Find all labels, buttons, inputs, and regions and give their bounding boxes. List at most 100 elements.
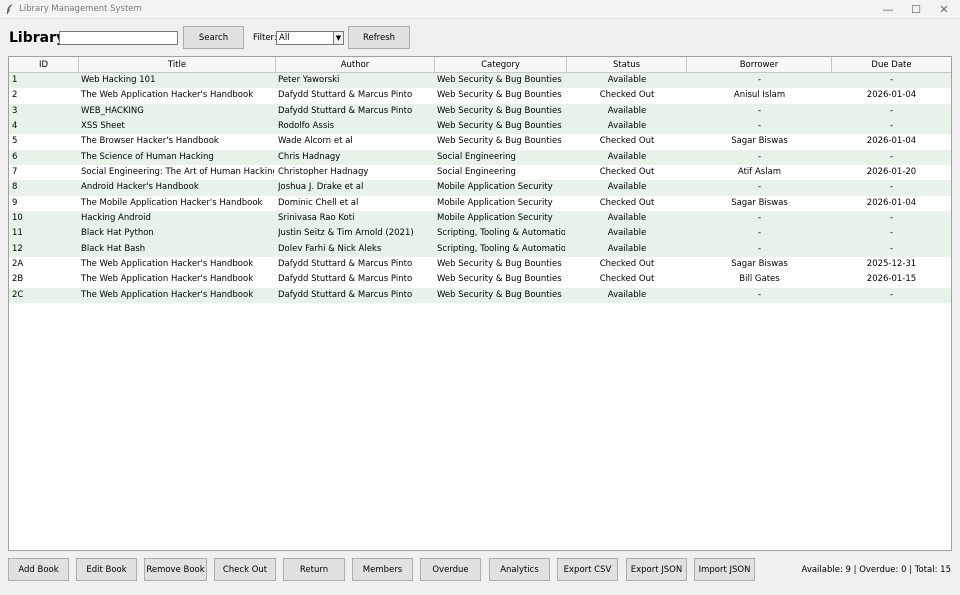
cell-author: Justin Seitz & Tim Arnold (2021) [278,228,414,239]
search-input[interactable] [59,31,178,45]
cell-title: The Web Application Hacker's Handbook [81,90,254,101]
cell-status: Checked Out [599,136,655,147]
books-table[interactable]: ID Title Author Category Status Borrower… [8,56,952,551]
remove-book-button[interactable]: Remove Book [144,558,207,581]
cell-title: XSS Sheet [81,121,125,132]
add-book-button[interactable]: Add Book [8,558,69,581]
cell-category: Scripting, Tooling & Automation [437,228,565,239]
cell-id: 8 [12,182,18,193]
cell-borrower: Anisul Islam [733,90,786,101]
cell-status: Available [607,121,647,132]
cell-borrower: - [757,289,762,300]
cell-author: Dolev Farhi & Nick Aleks [278,243,382,254]
table-row[interactable]: 2 The Web Application Hacker's Handbook … [9,88,951,104]
table-row[interactable]: 7 Social Engineering: The Art of Human H… [9,165,951,181]
cell-due-date: - [889,289,894,300]
check-out-button[interactable]: Check Out [214,558,276,581]
edit-book-button[interactable]: Edit Book [76,558,137,581]
cell-due-date: 2026-01-04 [866,136,917,147]
cell-category: Mobile Application Security [437,197,553,208]
cell-category: Web Security & Bug Bounties [437,274,562,285]
table-row[interactable]: 9 The Mobile Application Hacker's Handbo… [9,195,951,212]
column-header-title[interactable]: Title [79,57,276,72]
refresh-button[interactable]: Refresh [348,26,410,49]
table-row[interactable]: 4 XSS Sheet Rodolfo Assis Web Security &… [9,119,951,135]
import-json-button[interactable]: Import JSON [694,558,755,581]
cell-borrower: Sagar Biswas [731,136,788,147]
cell-due-date: - [889,75,894,85]
cell-id: 7 [12,167,18,178]
cell-status: Checked Out [599,167,655,178]
cell-author: Dafydd Stuttard & Marcus Pinto [278,105,413,116]
maximize-icon: ☐ [911,3,921,16]
cell-borrower: - [757,121,762,132]
export-json-button[interactable]: Export JSON [626,558,687,581]
table-row[interactable]: 5 The Browser Hacker's Handbook Wade Alc… [9,134,951,150]
cell-category: Web Security & Bug Bounties [437,121,562,132]
table-row[interactable]: 1 Web Hacking 101 Peter Yaworski Web Sec… [9,73,951,89]
table-row[interactable]: 10 Hacking Android Srinivasa Rao Koti Mo… [9,211,951,227]
cell-status: Available [607,289,647,300]
cell-title: The Web Application Hacker's Handbook [81,274,254,285]
cell-borrower: - [757,243,762,254]
filter-select[interactable]: All ▼ [276,31,344,45]
table-header: ID Title Author Category Status Borrower… [9,57,951,73]
cell-title: The Browser Hacker's Handbook [81,136,219,147]
table-row[interactable]: 11 Black Hat Python Justin Seitz & Tim A… [9,226,951,242]
cell-category: Mobile Application Security [437,182,553,193]
cell-id: 4 [12,121,18,132]
cell-title: Web Hacking 101 [81,75,156,85]
column-header-borrower[interactable]: Borrower [687,57,832,72]
table-row[interactable]: 8 Android Hacker's Handbook Joshua J. Dr… [9,180,951,196]
cell-id: 11 [12,228,23,239]
cell-borrower: - [757,182,762,193]
cell-status: Available [607,213,647,224]
top-toolbar: Library Search Filter: All ▼ Refresh [0,19,960,56]
cell-id: 12 [12,243,23,254]
cell-due-date: 2026-01-15 [866,274,917,285]
cell-title: The Science of Human Hacking [81,151,214,162]
filter-selected-value: All [279,33,290,43]
cell-status: Checked Out [599,274,655,285]
cell-id: 5 [12,136,18,147]
column-header-author[interactable]: Author [276,57,435,72]
members-button[interactable]: Members [352,558,413,581]
cell-status: Available [607,228,647,239]
cell-due-date: 2025-12-31 [866,259,917,270]
cell-title: The Web Application Hacker's Handbook [81,289,254,300]
table-row[interactable]: 12 Black Hat Bash Dolev Farhi & Nick Ale… [9,241,951,258]
cell-title: Black Hat Bash [81,243,146,254]
close-button[interactable]: ✕ [928,0,960,19]
search-button[interactable]: Search [183,26,244,49]
cell-title: Android Hacker's Handbook [81,182,199,193]
cell-due-date: - [889,182,894,193]
cell-author: Dafydd Stuttard & Marcus Pinto [278,289,413,300]
cell-due-date: - [889,105,894,116]
column-header-category[interactable]: Category [435,57,567,72]
cell-category: Web Security & Bug Bounties [437,289,562,300]
cell-status: Available [607,243,647,254]
cell-title: Hacking Android [81,213,151,224]
column-header-status[interactable]: Status [567,57,687,72]
table-row[interactable]: 3 WEB_HACKING Dafydd Stuttard & Marcus P… [9,103,951,120]
column-header-due-date[interactable]: Due Date [832,57,951,72]
close-icon: ✕ [939,3,949,16]
overdue-button[interactable]: Overdue [420,558,481,581]
cell-author: Dafydd Stuttard & Marcus Pinto [278,90,413,101]
export-csv-button[interactable]: Export CSV [557,558,618,581]
cell-due-date: 2026-01-04 [866,90,917,101]
cell-author: Dafydd Stuttard & Marcus Pinto [278,274,413,285]
column-header-id[interactable]: ID [9,57,79,72]
table-row[interactable]: 2C The Web Application Hacker's Handbook… [9,287,951,304]
analytics-button[interactable]: Analytics [489,558,550,581]
cell-category: Mobile Application Security [437,213,553,224]
status-summary: Available: 9 | Overdue: 0 | Total: 15 [801,565,952,575]
table-row[interactable]: 2B The Web Application Hacker's Handbook… [9,272,951,288]
cell-borrower: - [757,105,762,116]
return-button[interactable]: Return [283,558,345,581]
table-row[interactable]: 2A The Web Application Hacker's Handbook… [9,257,951,273]
table-row[interactable]: 6 The Science of Human Hacking Chris Had… [9,149,951,166]
cell-id: 2A [12,259,24,270]
cell-author: Christopher Hadnagy [278,167,369,178]
cell-author: Chris Hadnagy [278,151,341,162]
